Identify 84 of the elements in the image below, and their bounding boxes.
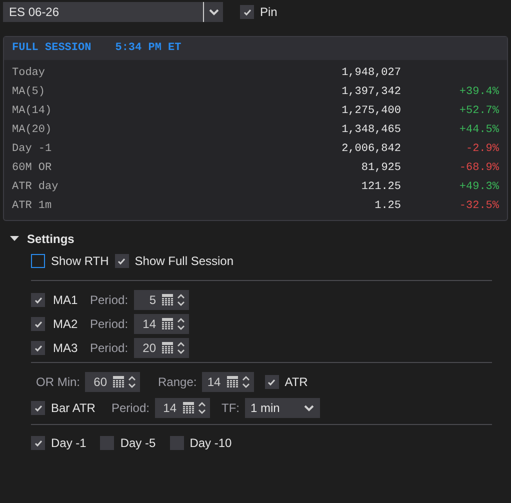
timeframe-dropdown[interactable]: 1 min <box>244 398 320 418</box>
checkbox-label: Show RTH <box>51 253 109 270</box>
metric-label: MA(5) <box>12 85 46 100</box>
metric-label: Today <box>12 66 46 82</box>
checkmark-icon <box>34 296 42 304</box>
checkbox[interactable] <box>31 341 45 355</box>
metric-value: 1,275,400 <box>340 104 401 120</box>
checkbox[interactable] <box>31 436 45 450</box>
checkbox-label: Bar ATR <box>51 400 96 417</box>
checkbox-label: Show Full Session <box>134 253 234 270</box>
checkmark-icon <box>242 8 252 16</box>
field-label: Period: <box>90 316 128 333</box>
metric-label: MA(14) <box>12 104 53 120</box>
checkmark-icon <box>117 256 126 266</box>
panel-title: FULL SESSION <box>12 41 92 56</box>
checkmark-icon <box>34 320 42 328</box>
checkbox[interactable] <box>31 293 45 307</box>
number-field[interactable]: 14 <box>134 314 190 334</box>
calculator-icon[interactable] <box>162 294 174 306</box>
session-time: 5:34 PM ET <box>115 41 182 56</box>
number-field[interactable]: 20 <box>134 338 190 358</box>
metric-value: 121.25 <box>360 180 401 196</box>
metric-value: 81,925 <box>360 161 401 176</box>
change-percent: +44.5% <box>458 123 499 138</box>
metric-value: 1.25 <box>374 199 401 214</box>
checkbox-label: Day -10 <box>190 435 232 452</box>
checkbox[interactable] <box>31 317 45 331</box>
metric-value: 2,006,842 <box>340 142 401 158</box>
checkbox-label: MA3 <box>53 340 78 357</box>
checkmark-icon <box>34 404 42 412</box>
checkbox-label: Pin <box>260 4 278 21</box>
spin-arrows-icon[interactable] <box>128 375 136 389</box>
spin-arrows-icon[interactable] <box>177 341 186 355</box>
spin-arrows-icon[interactable] <box>198 401 206 415</box>
change-percent: +52.7% <box>458 104 499 120</box>
metric-value: 1,948,027 <box>340 66 401 82</box>
calculator-icon[interactable] <box>113 376 124 388</box>
number-field[interactable]: 14 <box>154 398 210 418</box>
checkbox-label: MA2 <box>53 316 78 333</box>
spin-arrows-icon[interactable] <box>177 293 186 307</box>
change-percent: +49.3% <box>458 180 499 196</box>
metric-label: 60M OR <box>12 161 53 176</box>
spin-arrows-icon[interactable] <box>177 317 186 331</box>
field-label: Period: <box>111 400 150 417</box>
change-percent: -68.9% <box>458 161 499 176</box>
checkbox[interactable] <box>114 254 129 268</box>
checkbox[interactable] <box>264 375 279 389</box>
field-label: TF: <box>222 400 240 417</box>
chevron-down-icon <box>304 404 314 412</box>
metric-value: 1,348,465 <box>340 123 401 138</box>
checkbox-label: Day -1 <box>51 435 86 452</box>
checkbox[interactable] <box>100 436 114 450</box>
metric-label: Day -1 <box>12 142 53 158</box>
metric-value: 1,397,342 <box>340 85 401 100</box>
checkbox-label: MA1 <box>53 292 78 309</box>
metric-label: ATR day <box>12 180 60 196</box>
checkbox[interactable] <box>170 436 184 450</box>
calculator-icon[interactable] <box>226 376 238 388</box>
chevron-down-icon <box>208 8 218 16</box>
field-label: Period: <box>90 340 128 357</box>
checkmark-icon <box>267 378 276 386</box>
calculator-icon[interactable] <box>162 342 174 354</box>
field-label: OR Min: <box>36 374 80 391</box>
instrument-dropdown[interactable]: ES 06-26 <box>3 2 223 22</box>
field-label: Range: <box>158 374 197 391</box>
spin-arrows-icon[interactable] <box>242 375 250 389</box>
calculator-icon[interactable] <box>162 318 174 330</box>
calculator-icon[interactable] <box>182 402 194 414</box>
number-field[interactable]: 14 <box>202 372 254 392</box>
metric-label: MA(20) <box>12 123 53 138</box>
number-field[interactable]: 60 <box>85 372 140 392</box>
change-percent: +39.4% <box>458 85 499 100</box>
change-percent: -2.9% <box>464 142 499 158</box>
settings-header[interactable]: Settings <box>10 230 511 248</box>
number-field[interactable]: 5 <box>134 290 190 310</box>
change-percent: -32.5% <box>458 199 499 214</box>
metric-label: ATR 1m <box>12 199 53 214</box>
checkmark-icon <box>34 344 42 352</box>
checkbox-label: ATR <box>284 374 308 391</box>
checkbox[interactable] <box>31 401 45 415</box>
checkbox[interactable] <box>240 5 254 19</box>
checkmark-icon <box>34 438 42 448</box>
field-label: Period: <box>90 292 128 309</box>
checkbox-label: Day -5 <box>120 435 156 452</box>
